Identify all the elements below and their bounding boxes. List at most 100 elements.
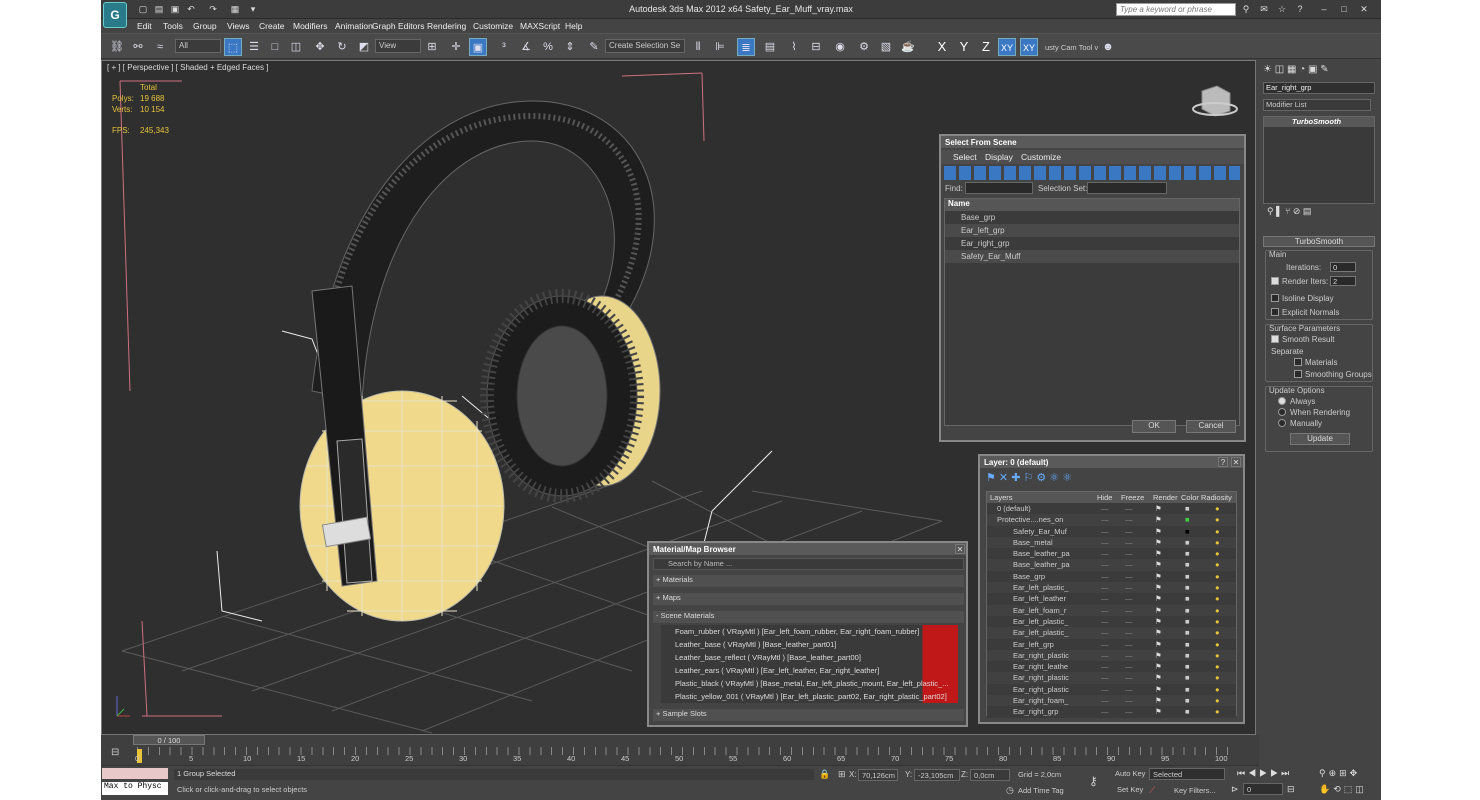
selection-filter-dropdown[interactable]: All	[175, 39, 221, 53]
material-item[interactable]: Plastic_black ( VRayMtl ) [Base_metal, E…	[661, 677, 958, 690]
turbosmooth-rollout-header[interactable]: TurboSmooth	[1263, 236, 1375, 247]
reference-coordinate-dropdown[interactable]: View	[375, 39, 421, 53]
materials-checkbox[interactable]	[1294, 358, 1302, 366]
modifier-stack[interactable]: TurboSmooth	[1263, 116, 1375, 204]
key-mode-toggle-icon[interactable]: ⊳	[1231, 784, 1239, 795]
absolute-mode-icon[interactable]: ⊞	[838, 769, 846, 780]
layer-cell[interactable]: ■	[1185, 582, 1190, 593]
angle-snap-icon[interactable]: ∡	[517, 38, 535, 56]
layer-cell[interactable]: —	[1101, 537, 1109, 548]
mini-curve-editor-icon[interactable]: ⊟	[111, 747, 125, 761]
material-item[interactable]: Foam_rubber ( VRayMtl ) [Ear_left_foam_r…	[661, 625, 958, 638]
close-icon[interactable]: ✕	[955, 544, 965, 554]
snaps-toggle-icon[interactable]: ³	[495, 38, 513, 56]
perspective-viewport[interactable]: [ + ] [ Perspective ] [ Shaded + Edged F…	[101, 60, 1256, 735]
layer-cell[interactable]: —	[1125, 661, 1133, 672]
layer-cell[interactable]: ■	[1185, 627, 1190, 638]
layer-cell[interactable]: —	[1101, 559, 1109, 570]
set-key-icon[interactable]: ⟋	[1149, 785, 1155, 796]
current-frame-field[interactable]: 0	[1243, 783, 1283, 795]
layer-cell[interactable]: ●	[1215, 706, 1220, 717]
add-time-tag[interactable]: Add Time Tag	[1018, 786, 1064, 795]
layer-row[interactable]: Ear_right_plastic — — ⚑ ■ ●	[987, 649, 1236, 662]
communication-center-icon[interactable]: ✉	[1257, 4, 1271, 16]
layer-row[interactable]: Ear_right_grp — — ⚑ ■ ●	[987, 706, 1236, 718]
layer-row[interactable]: Safety_Ear_Muf — — ⚑ ■ ●	[987, 525, 1236, 537]
playback-buttons[interactable]: ⏮◀▶▶⏭	[1237, 768, 1292, 779]
layer-cell[interactable]: —	[1125, 503, 1133, 514]
layer-cell[interactable]: ⚑	[1155, 616, 1162, 627]
project-folder-icon[interactable]: ▦	[228, 4, 242, 16]
layer-cell[interactable]: ⚑	[1155, 571, 1162, 582]
layer-row[interactable]: Base_leather_pa — — ⚑ ■ ●	[987, 548, 1236, 560]
x-coordinate[interactable]: 70,126cm	[858, 769, 898, 781]
favorites-icon[interactable]: ☆	[1275, 4, 1289, 16]
filter-toolbar[interactable]	[944, 166, 1240, 180]
select-object-icon[interactable]: ⬚	[224, 38, 242, 56]
close-icon[interactable]: ✕	[1231, 457, 1241, 467]
viewport-nav-icons-2[interactable]: ✋⟲⬚◫	[1319, 784, 1367, 795]
find-input[interactable]	[965, 182, 1033, 194]
layer-cell[interactable]: ■	[1185, 605, 1190, 616]
layer-cell[interactable]: —	[1101, 695, 1109, 706]
layer-cell[interactable]: —	[1101, 526, 1109, 537]
layer-cell[interactable]: ●	[1215, 684, 1220, 695]
layer-cell[interactable]: —	[1125, 526, 1133, 537]
key-icon[interactable]: ⚷	[1089, 774, 1098, 788]
layer-table[interactable]: Layers Hide Freeze Render Color Radiosit…	[986, 491, 1237, 718]
link-icon[interactable]: ⛓	[108, 38, 126, 56]
align-icon[interactable]: ⊫	[711, 38, 729, 56]
y-coordinate[interactable]: -23,105cm	[914, 769, 960, 781]
named-selection-set-dropdown[interactable]: Create Selection Se	[605, 39, 685, 53]
edit-named-selection-icon[interactable]: ✎	[585, 38, 603, 56]
move-icon[interactable]: ✥	[311, 38, 329, 56]
layer-cell[interactable]: —	[1101, 672, 1109, 683]
key-filters-button[interactable]: Key Filters...	[1174, 786, 1216, 795]
axis-constraint-xy[interactable]: XY	[998, 38, 1016, 56]
layer-cell[interactable]: ■	[1185, 639, 1190, 650]
layer-row[interactable]: 0 (default) — — ⚑ ■ ●	[987, 503, 1236, 515]
always-radio[interactable]	[1278, 397, 1286, 405]
layer-cell[interactable]: ●	[1215, 627, 1220, 638]
layer-cell[interactable]: —	[1101, 582, 1109, 593]
layer-cell[interactable]: ⚑	[1155, 582, 1162, 593]
auto-key-button[interactable]: Auto Key	[1115, 769, 1145, 778]
layer-cell[interactable]: ■	[1185, 672, 1190, 683]
graphite-ribbon-icon[interactable]: ▤	[761, 38, 779, 56]
layer-row[interactable]: Ear_left_plastic_ — — ⚑ ■ ●	[987, 582, 1236, 594]
layer-cell[interactable]: ⚑	[1155, 548, 1162, 559]
pivot-center-icon[interactable]: ⊞	[423, 38, 441, 56]
layer-cell[interactable]: ■	[1185, 616, 1190, 627]
layer-cell[interactable]: ■	[1185, 559, 1190, 570]
menu-create[interactable]: Create	[259, 21, 285, 31]
scene-materials-rollout[interactable]: - Scene Materials	[653, 611, 964, 623]
layer-row[interactable]: Ear_left_grp — — ⚑ ■ ●	[987, 638, 1236, 650]
layer-cell[interactable]: ■	[1185, 526, 1190, 537]
layer-cell[interactable]: ⚑	[1155, 627, 1162, 638]
layer-cell[interactable]: ●	[1215, 616, 1220, 627]
layer-cell[interactable]: —	[1101, 627, 1109, 638]
layer-cell[interactable]: ⚑	[1155, 503, 1162, 514]
material-item[interactable]: Leather_base ( VRayMtl ) [Base_leather_p…	[661, 638, 958, 651]
layer-cell[interactable]: ●	[1215, 559, 1220, 570]
manually-radio[interactable]	[1278, 419, 1286, 427]
axis-constraint-xy-cycle[interactable]: XY	[1020, 38, 1038, 56]
menu-maxscript[interactable]: MAXScript	[520, 21, 560, 31]
layer-cell[interactable]: —	[1125, 605, 1133, 616]
layer-cell[interactable]: —	[1101, 503, 1109, 514]
layer-cell[interactable]: ■	[1185, 503, 1190, 514]
time-slider[interactable]: 0 / 100	[133, 735, 205, 745]
layer-cell[interactable]: ■	[1185, 537, 1190, 548]
layer-cell[interactable]: ■	[1185, 650, 1190, 661]
layer-cell[interactable]: ⚑	[1155, 514, 1162, 525]
material-editor-icon[interactable]: ◉	[831, 38, 849, 56]
time-config-icon[interactable]: ⊟	[1287, 784, 1295, 795]
layer-cell[interactable]: ⚑	[1155, 526, 1162, 537]
material-item[interactable]: Plastic_yellow_001 ( VRayMtl ) [Ear_left…	[661, 690, 958, 703]
layer-cell[interactable]: —	[1101, 605, 1109, 616]
rotate-icon[interactable]: ↻	[333, 38, 351, 56]
layer-row[interactable]: Ear_right_leathe — — ⚑ ■ ●	[987, 661, 1236, 673]
smooth-result-checkbox[interactable]	[1271, 335, 1279, 343]
new-file-icon[interactable]: ▢	[136, 4, 150, 16]
layer-cell[interactable]: ⚑	[1155, 672, 1162, 683]
